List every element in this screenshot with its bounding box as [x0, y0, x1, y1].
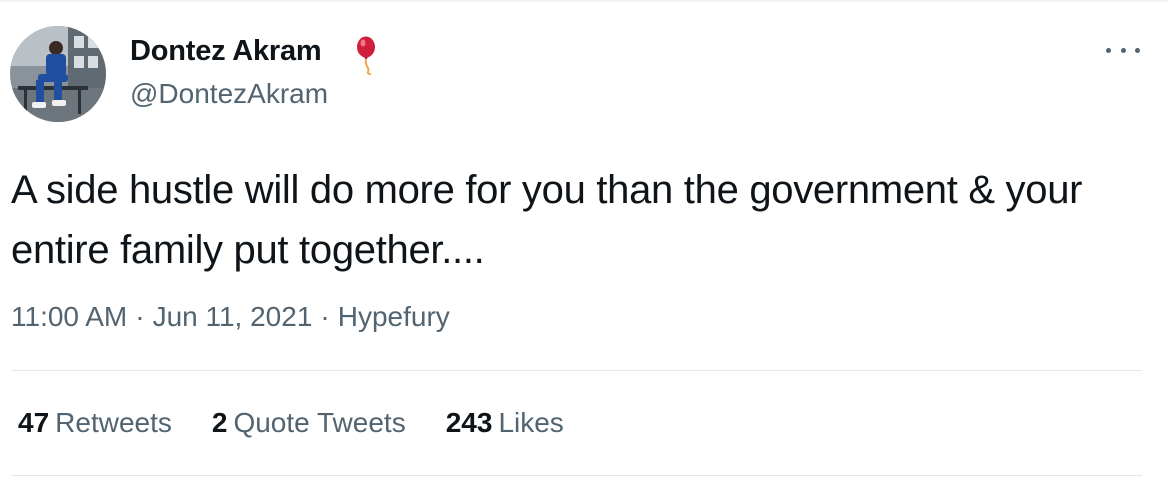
tweet-meta: 11:00 AM · Jun 11, 2021 · Hypefury	[11, 301, 450, 333]
likes-count: 243	[445, 407, 493, 438]
quote-tweets-stat[interactable]: 2 Quote Tweets	[212, 407, 406, 439]
more-horizontal-icon[interactable]	[1106, 38, 1140, 62]
tweet-source[interactable]: Hypefury	[338, 301, 450, 332]
tweet-text: A side hustle will do more for you than …	[11, 168, 1083, 272]
author-handle[interactable]: @DontezAkram	[130, 78, 328, 110]
balloon-icon	[357, 36, 375, 76]
meta-separator: ·	[135, 301, 145, 332]
more-dot	[1120, 47, 1126, 53]
tweet-stats: 47 Retweets 2 Quote Tweets 243 Likes	[18, 407, 564, 439]
quote-tweets-label: Quote Tweets	[233, 407, 406, 438]
top-border	[0, 0, 1168, 2]
tweet-time[interactable]: 11:00 AM	[11, 301, 127, 332]
author-display-name[interactable]: Dontez Akram	[130, 35, 322, 68]
more-dot	[1135, 47, 1140, 53]
likes-label: Likes	[498, 407, 564, 438]
quote-tweets-count: 2	[211, 407, 228, 438]
more-dot	[1106, 47, 1111, 53]
meta-separator: ·	[320, 301, 330, 332]
retweets-label: Retweets	[55, 407, 172, 438]
divider	[11, 475, 1142, 476]
divider	[11, 370, 1142, 371]
avatar-photo	[10, 26, 106, 122]
avatar[interactable]	[10, 26, 106, 122]
tweet-date[interactable]: Jun 11, 2021	[153, 301, 313, 332]
retweets-stat[interactable]: 47 Retweets	[18, 407, 172, 439]
retweets-count: 47	[18, 407, 50, 438]
likes-stat[interactable]: 243 Likes	[446, 407, 564, 439]
